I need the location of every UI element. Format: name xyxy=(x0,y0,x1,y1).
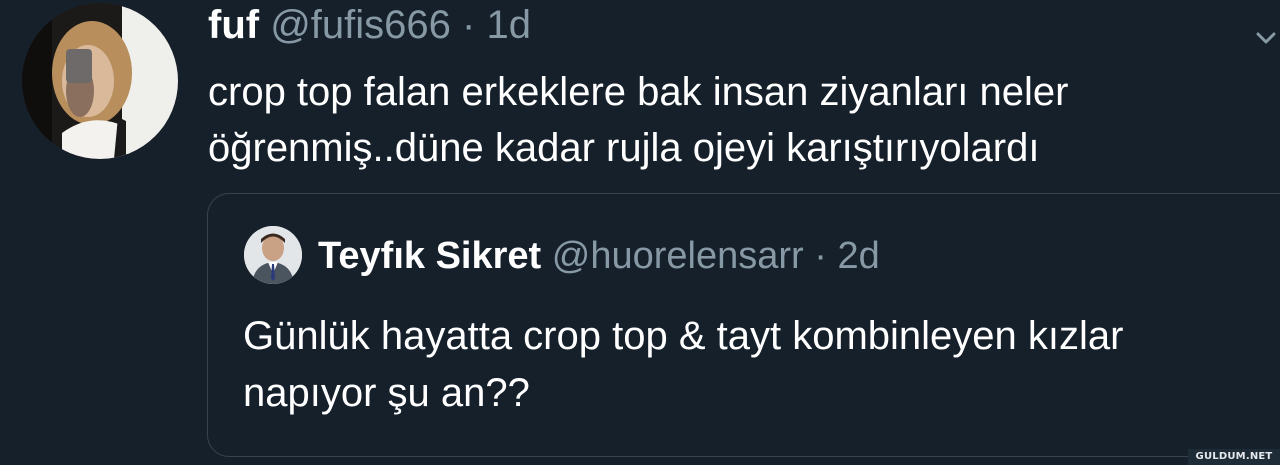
quoted-tweet-text-line: Günlük hayatta crop top & tayt kombinley… xyxy=(243,314,1124,358)
quoted-tweet-text: Günlük hayatta crop top & tayt kombinley… xyxy=(243,308,1273,422)
tweet-header: fuf @fufis666 · 1d xyxy=(208,2,531,48)
tweet-text-line: öğrenmiş..düne kadar rujla ojeyi karıştı… xyxy=(208,126,1040,170)
quoted-header-separator: · xyxy=(814,235,827,277)
tweet: fuf @fufis666 · 1d crop top falan erkekl… xyxy=(0,0,1280,465)
header-separator: · xyxy=(462,3,476,47)
author-display-name[interactable]: fuf xyxy=(208,3,259,47)
tweet-text-line: crop top falan erkeklere bak insan ziyan… xyxy=(208,70,1069,114)
tweet-timestamp[interactable]: 1d xyxy=(486,3,531,47)
quoted-author-handle[interactable]: @huorelensarr xyxy=(552,235,804,277)
quoted-tweet-text-line: napıyor şu an?? xyxy=(243,371,530,415)
quoted-tweet-timestamp[interactable]: 2d xyxy=(837,235,879,277)
author-avatar[interactable] xyxy=(22,3,178,159)
quoted-tweet-header: Teyfık Sikret @huorelensarr · 2d xyxy=(318,233,880,279)
author-handle[interactable]: @fufis666 xyxy=(270,3,451,47)
author-avatar-image xyxy=(22,3,178,159)
quoted-author-avatar[interactable] xyxy=(244,226,302,284)
quoted-author-avatar-image xyxy=(244,226,302,284)
tweet-text: crop top falan erkeklere bak insan ziyan… xyxy=(208,64,1248,176)
chevron-down-icon[interactable] xyxy=(1252,28,1280,48)
quoted-author-display-name[interactable]: Teyfık Sikret xyxy=(318,235,541,277)
watermark: GULDUM.NET xyxy=(1188,449,1280,465)
